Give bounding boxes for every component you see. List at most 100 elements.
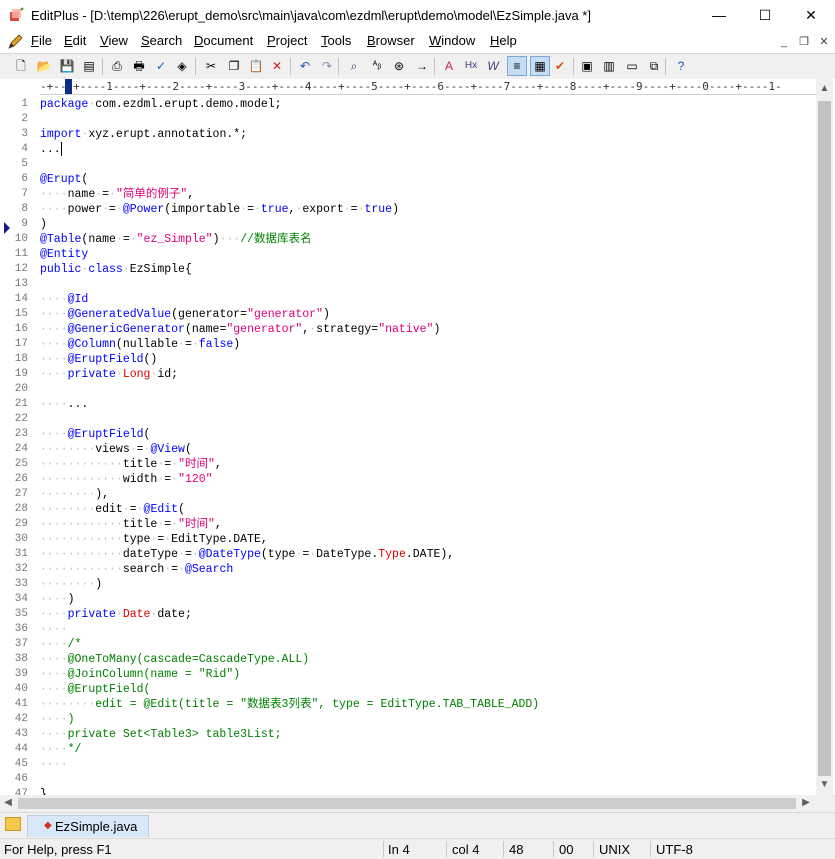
code-line[interactable]: ... <box>40 142 62 157</box>
open-file-icon[interactable]: 📂 <box>35 57 53 75</box>
line-number[interactable]: 34 <box>15 592 28 607</box>
spell-check-icon[interactable]: ✓ <box>152 57 170 75</box>
line-number[interactable]: 33 <box>15 577 28 592</box>
code-line[interactable]: ····name·=·"简单的例子", <box>40 187 194 202</box>
vertical-scrollbar[interactable]: ▲ ▼ <box>816 79 833 795</box>
code-line[interactable]: public·class·EzSimple{ <box>40 262 192 277</box>
code-line[interactable]: ····) <box>40 592 75 607</box>
mdi-minimize-button[interactable]: _ <box>776 34 792 50</box>
scroll-up-arrow-icon[interactable]: ▲ <box>816 83 833 94</box>
code-line[interactable]: ············search·=·@Search <box>40 562 233 577</box>
code-line[interactable]: ········edit = @Edit(title = "数据表3列表", t… <box>40 697 539 712</box>
menu-item-help[interactable]: Help <box>490 33 517 48</box>
code-line[interactable]: ········views·=·@View( <box>40 442 192 457</box>
minimize-button[interactable]: — <box>696 0 742 31</box>
line-number[interactable]: 10 <box>15 232 28 247</box>
line-number[interactable]: 14 <box>15 292 28 307</box>
line-number[interactable]: 24 <box>15 442 28 457</box>
horizontal-scrollbar[interactable]: ◀ ▶ <box>0 795 816 812</box>
redo-icon[interactable]: ↷ <box>318 57 336 75</box>
line-number[interactable]: 6 <box>21 172 28 187</box>
line-number[interactable]: 29 <box>15 517 28 532</box>
menu-item-edit[interactable]: Edit <box>64 33 86 48</box>
tab-ezsimple-java[interactable]: ◆ EzSimple.java <box>27 815 149 837</box>
line-number[interactable]: 41 <box>15 697 28 712</box>
menu-item-browser[interactable]: Browser <box>367 33 415 48</box>
code-line[interactable]: ····*/ <box>40 742 81 757</box>
line-number[interactable]: 46 <box>15 772 28 787</box>
cut-icon[interactable]: ✂ <box>202 57 220 75</box>
check-icon[interactable]: ✔ <box>551 57 569 75</box>
status-encoding[interactable]: UTF-8 <box>656 842 693 857</box>
code-line[interactable]: ····@JoinColumn(name = "Rid") <box>40 667 240 682</box>
line-number[interactable]: 39 <box>15 667 28 682</box>
wrap-icon[interactable]: ≡ <box>507 56 527 76</box>
line-number[interactable]: 17 <box>15 337 28 352</box>
line-number[interactable]: 15 <box>15 307 28 322</box>
code-line[interactable]: ····) <box>40 712 75 727</box>
line-number[interactable]: 16 <box>15 322 28 337</box>
line-number[interactable]: 22 <box>15 412 28 427</box>
line-number[interactable]: 12 <box>15 262 28 277</box>
code-line[interactable]: ············dateType·=·@DateType(type·=·… <box>40 547 454 562</box>
code-line[interactable]: ····@EruptField( <box>40 427 150 442</box>
find-in-files-icon[interactable]: ⊛ <box>390 57 408 75</box>
code-line[interactable]: ····@EruptField( <box>40 682 150 697</box>
new-file-icon[interactable]: 🗋 <box>12 57 30 75</box>
line-number[interactable]: 44 <box>15 742 28 757</box>
line-number[interactable]: 20 <box>15 382 28 397</box>
code-line[interactable]: ············width·=·"120" <box>40 472 213 487</box>
code-line[interactable]: ············title·=·"时间", <box>40 517 222 532</box>
word-wrap-w-icon[interactable]: W <box>484 57 502 75</box>
mdi-close-button[interactable]: ✕ <box>816 34 832 50</box>
column-select-icon[interactable]: ▦ <box>530 56 550 76</box>
code-line[interactable]: ····... <box>40 397 88 412</box>
status-line-ending[interactable]: UNIX <box>599 842 630 857</box>
line-number[interactable]: 23 <box>15 427 28 442</box>
code-line[interactable]: import·xyz.erupt.annotation.*; <box>40 127 247 142</box>
scroll-right-arrow-icon[interactable]: ▶ <box>800 797 812 808</box>
directory-folder-icon[interactable] <box>5 817 21 831</box>
undo-icon[interactable]: ↶ <box>296 57 314 75</box>
code-line[interactable]: ····private·Date·date; <box>40 607 192 622</box>
line-number[interactable]: 7 <box>21 187 28 202</box>
line-number[interactable]: 42 <box>15 712 28 727</box>
font-icon[interactable]: A <box>440 57 458 75</box>
directory-icon[interactable]: ▥ <box>600 57 618 75</box>
code-line[interactable]: ········) <box>40 577 102 592</box>
line-number[interactable]: 1 <box>21 97 28 112</box>
line-number[interactable]: 35 <box>15 607 28 622</box>
maximize-button[interactable]: ☐ <box>742 0 788 31</box>
line-number[interactable]: 27 <box>15 487 28 502</box>
line-number[interactable]: 26 <box>15 472 28 487</box>
menu-item-view[interactable]: View <box>100 33 128 48</box>
code-line[interactable]: ····@Id <box>40 292 88 307</box>
line-number[interactable]: 43 <box>15 727 28 742</box>
vertical-scroll-thumb[interactable] <box>818 101 831 776</box>
paste-icon[interactable]: 📋 <box>247 57 265 75</box>
line-number[interactable]: 11 <box>15 247 28 262</box>
code-line[interactable]: ········), <box>40 487 109 502</box>
line-number[interactable]: 31 <box>15 547 28 562</box>
menu-item-document[interactable]: Document <box>194 33 253 48</box>
context-help-icon[interactable]: ? <box>672 57 690 75</box>
line-number[interactable]: 19 <box>15 367 28 382</box>
line-number[interactable]: 38 <box>15 652 28 667</box>
code-line[interactable]: ····private Set<Table3> table3List; <box>40 727 282 742</box>
close-button[interactable]: ✕ <box>788 0 834 31</box>
browser-preview-icon[interactable]: ◈ <box>173 57 191 75</box>
line-number[interactable]: 30 <box>15 532 28 547</box>
line-number[interactable]: 32 <box>15 562 28 577</box>
line-number[interactable]: 37 <box>15 637 28 652</box>
line-number[interactable]: 18 <box>15 352 28 367</box>
menu-item-file[interactable]: File <box>31 33 52 48</box>
line-number[interactable]: 45 <box>15 757 28 772</box>
toggle-window-icon[interactable]: ⧉ <box>645 57 663 75</box>
save-all-icon[interactable]: ▤ <box>80 57 98 75</box>
code-line[interactable]: ) <box>40 217 47 232</box>
code-line[interactable]: ···· <box>40 622 68 637</box>
replace-icon[interactable]: ᴬᵦ <box>368 57 386 75</box>
line-number[interactable]: 21 <box>15 397 28 412</box>
menu-item-project[interactable]: Project <box>267 33 307 48</box>
menu-item-search[interactable]: Search <box>141 33 182 48</box>
